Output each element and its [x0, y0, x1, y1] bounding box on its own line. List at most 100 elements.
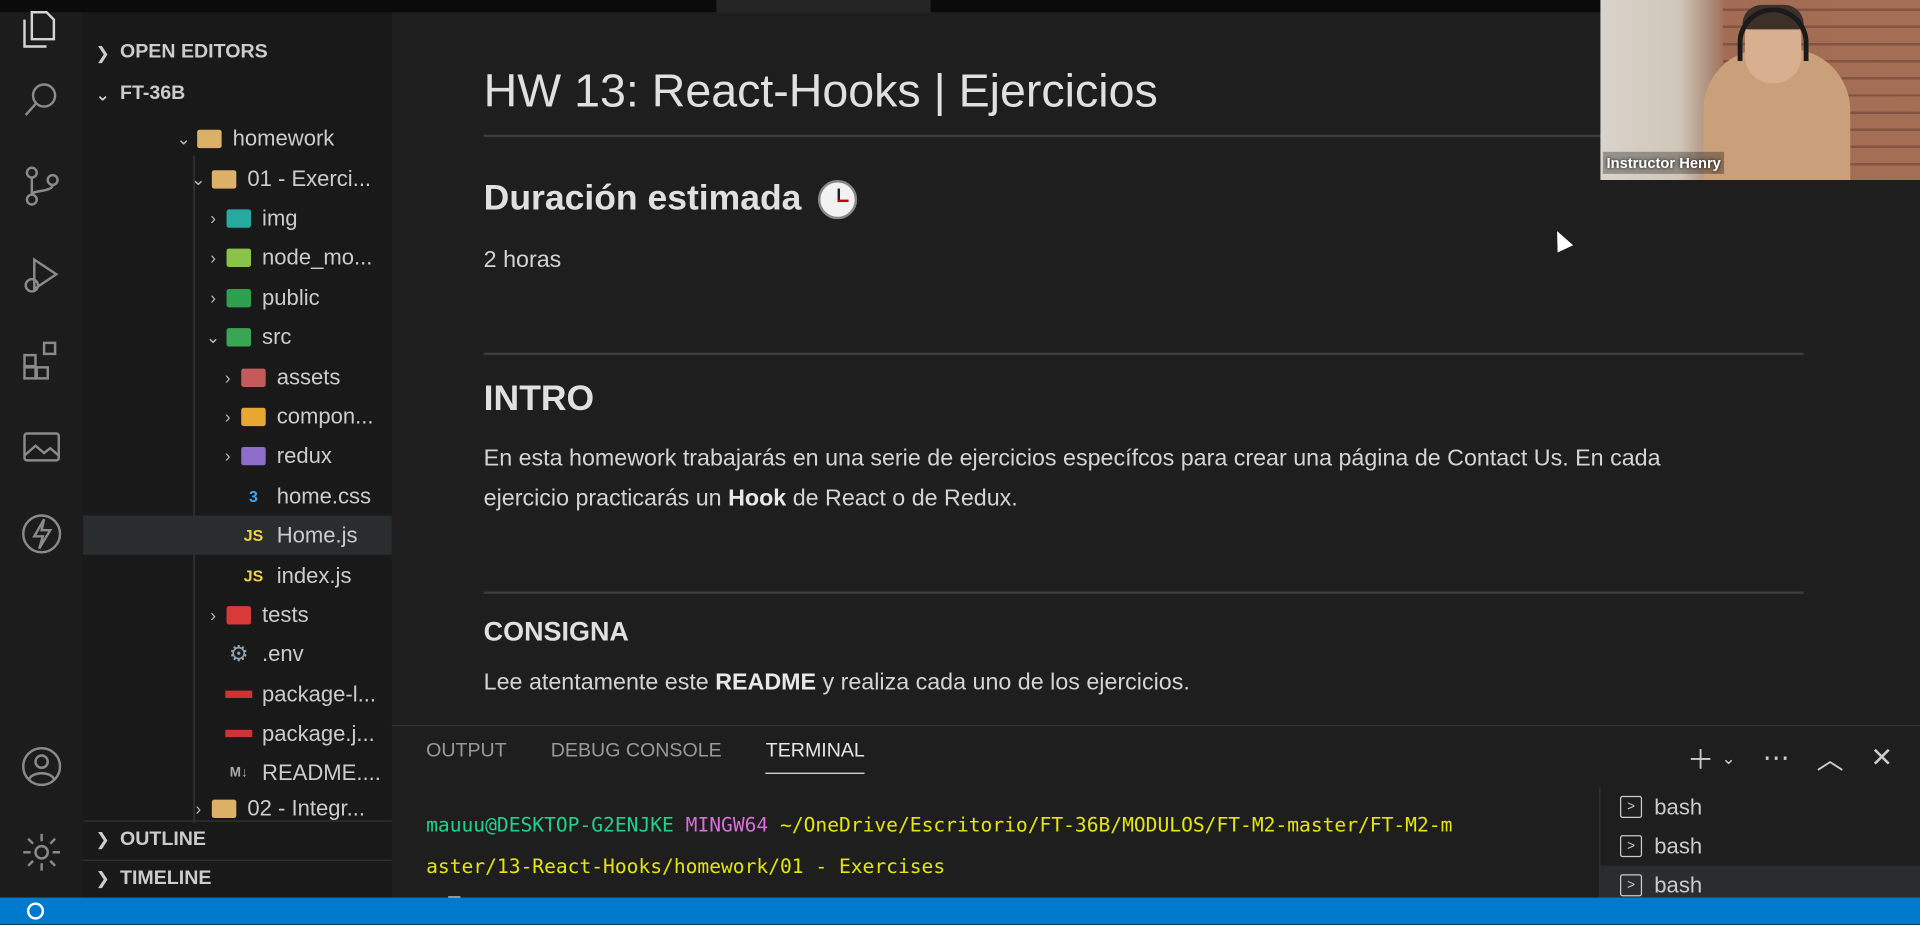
node-folder-icon	[225, 246, 252, 268]
duration-heading: Duración estimada	[484, 179, 858, 219]
tree-item-label: assets	[276, 364, 341, 389]
new-terminal-icon[interactable]: ＋	[1687, 738, 1714, 777]
tab-terminal[interactable]: TERMINAL	[765, 741, 865, 774]
section-divider	[483, 352, 1804, 356]
tree-item-label: public	[262, 284, 320, 310]
duration-value: 2 horas	[483, 247, 562, 274]
run-debug-icon[interactable]	[17, 250, 66, 299]
folder-open-icon	[211, 168, 238, 190]
search-icon[interactable]	[17, 76, 66, 125]
tree-item-node-modules[interactable]: › node_mo...	[83, 238, 392, 277]
tree-item-tests[interactable]: › tests	[83, 595, 392, 634]
remote-status-icon[interactable]	[26, 902, 45, 920]
lightning-icon[interactable]	[17, 509, 66, 558]
maximize-panel-icon[interactable]: ︿	[1817, 738, 1844, 777]
tree-item-index-js[interactable]: JS index.js	[83, 556, 392, 595]
components-folder-icon	[240, 405, 267, 427]
tree-item-label: package-l...	[262, 681, 376, 706]
close-panel-icon[interactable]: ✕	[1871, 742, 1894, 774]
tab-output[interactable]: OUTPUT	[426, 741, 507, 774]
chevron-right-icon: ›	[210, 208, 216, 228]
tree-item-assets[interactable]: › assets	[83, 358, 392, 397]
consigna-text-c: y realiza cada uno de los ejercicios.	[816, 669, 1190, 696]
screen: ❯ OPEN EDITORS ⌄ FT-36B ⌄ homework ⌄ 01 …	[0, 0, 1920, 925]
duration-heading-text: Duración estimada	[483, 178, 802, 218]
tree-item-redux[interactable]: › redux	[83, 436, 392, 475]
redux-folder-icon	[240, 444, 267, 466]
chevron-down-icon: ⌄	[95, 83, 110, 104]
tree-item-components[interactable]: › compon...	[83, 397, 392, 436]
intro-paragraph: En esta homework trabajarás en una serie…	[484, 438, 1804, 519]
chevron-right-icon: ›	[210, 287, 216, 308]
chevron-right-icon: ›	[224, 445, 231, 466]
tree-item-public[interactable]: › public	[83, 278, 392, 317]
tree-item-home-js[interactable]: JS Home.js	[83, 515, 392, 555]
tree-item-label: .env	[262, 641, 304, 666]
js-file-icon: JS	[243, 525, 264, 545]
src-folder-icon	[225, 326, 252, 348]
tree-item-package-lock[interactable]: package-l...	[83, 675, 392, 714]
tree-item-exercises[interactable]: ⌄ 01 - Exerci...	[83, 159, 392, 198]
open-editors-section[interactable]: ❯ OPEN EDITORS	[83, 34, 392, 71]
tree-item-label: home.css	[276, 483, 372, 508]
intro-text-line-1: En esta homework trabajarás en una serie…	[483, 445, 1661, 472]
consigna-text-a: Lee atentamente este	[483, 669, 716, 696]
settings-gear-icon[interactable]	[17, 828, 66, 877]
intro-text-hook: Hook	[728, 486, 787, 512]
tree-item-src[interactable]: ⌄ src	[83, 317, 392, 356]
activity-bar	[0, 11, 84, 898]
timeline-label: TIMELINE	[120, 867, 212, 889]
tree-item-label: node_mo...	[262, 244, 373, 269]
panel-tabs: OUTPUT DEBUG CONSOLE TERMINAL	[426, 741, 865, 774]
terminal-icon: >	[1620, 795, 1643, 818]
extensions-icon[interactable]	[17, 336, 66, 385]
bottom-panel: OUTPUT DEBUG CONSOLE TERMINAL ＋ ⌄ ⋯ ︿ ✕ …	[391, 724, 1920, 923]
chevron-right-icon: ❯	[95, 868, 110, 888]
terminal-list-item[interactable]: > bash	[1600, 827, 1920, 866]
tree-item-label: package.j...	[262, 720, 375, 746]
chevron-right-icon: ›	[210, 604, 216, 625]
tree-item-readme[interactable]: M↓ README....	[83, 753, 392, 792]
tree-item-integration[interactable]: › 02 - Integr...	[83, 793, 392, 822]
tree-item-img[interactable]: › img	[83, 198, 392, 237]
more-actions-icon[interactable]: ⋯	[1763, 742, 1790, 774]
source-control-icon[interactable]	[17, 162, 66, 211]
project-section[interactable]: ⌄ FT-36B	[83, 76, 392, 113]
tree-item-homework[interactable]: ⌄ homework	[83, 119, 392, 158]
remote-explorer-icon[interactable]	[17, 424, 66, 473]
public-folder-icon	[225, 287, 252, 309]
intro-text-line-2c: de React o de Redux.	[786, 486, 1018, 512]
tree-item-label: img	[262, 205, 298, 230]
tree-item-label: compon...	[276, 403, 374, 428]
explorer-sidebar: ❯ OPEN EDITORS ⌄ FT-36B ⌄ homework ⌄ 01 …	[83, 12, 392, 898]
page-title: HW 13: React-Hooks | Ejercicios	[483, 66, 1158, 118]
explorer-icon[interactable]	[17, 5, 66, 54]
assets-folder-icon	[240, 366, 267, 388]
terminal-list-item[interactable]: > bash	[1600, 787, 1920, 826]
timeline-section[interactable]: ❯ TIMELINE	[83, 859, 392, 897]
consigna-heading: CONSIGNA	[483, 615, 629, 647]
css-file-icon: 3	[249, 486, 258, 506]
folder-icon	[211, 797, 238, 819]
webcam-overlay: Instructor Henry	[1600, 0, 1920, 181]
terminal-name: bash	[1654, 833, 1703, 858]
tree-item-env[interactable]: ⚙ .env	[83, 634, 392, 673]
markdown-file-icon: M↓	[229, 765, 248, 781]
mouse-pointer-icon	[1549, 227, 1574, 253]
open-editors-label: OPEN EDITORS	[120, 41, 268, 63]
tests-folder-icon	[225, 604, 252, 626]
terminal-user: mauuu@DESKTOP-G2ENJKE	[426, 813, 674, 837]
outline-section[interactable]: ❯ OUTLINE	[83, 820, 392, 857]
terminal-name: bash	[1654, 872, 1703, 897]
clock-icon	[818, 179, 858, 219]
chevron-right-icon: ›	[195, 798, 202, 818]
folder-open-icon	[196, 127, 223, 149]
tree-item-label: 01 - Exerci...	[247, 165, 372, 191]
tab-debug-console[interactable]: DEBUG CONSOLE	[551, 741, 722, 774]
chevron-down-icon[interactable]: ⌄	[1721, 748, 1735, 769]
tree-item-package-json[interactable]: package.j...	[83, 714, 392, 753]
tree-item-label: redux	[276, 442, 332, 468]
tree-item-home-css[interactable]: 3 home.css	[83, 476, 392, 515]
accounts-icon[interactable]	[17, 742, 66, 791]
tree-item-label: index.js	[276, 562, 352, 588]
